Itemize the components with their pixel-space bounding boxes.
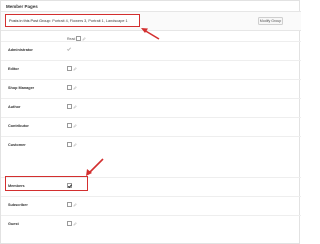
role-row: Contributor: [1, 117, 301, 135]
role-permission-controls: [67, 47, 72, 52]
role-permission-controls: [67, 142, 77, 147]
role-row: Guest: [1, 215, 301, 233]
role-permission-controls: [67, 221, 77, 226]
role-name: Contributor: [8, 124, 29, 128]
role-row: Shop Manager: [1, 79, 301, 97]
role-permission-controls: [67, 85, 77, 90]
pencil-icon[interactable]: [73, 202, 77, 207]
role-row: Customer: [1, 136, 301, 154]
role-name: Guest: [8, 222, 19, 226]
role-permission-controls: [67, 104, 77, 109]
role-permission-controls: [67, 66, 77, 71]
member-pages-panel: Member Pages Posts in this Post Group: P…: [0, 0, 301, 244]
read-column-label: Read: [67, 36, 76, 41]
role-name: Customer: [8, 143, 26, 147]
role-name: Subscriber: [8, 203, 28, 207]
role-row: Editor: [1, 60, 301, 78]
checkmark-icon: [67, 47, 72, 52]
members-highlight-box: [5, 176, 88, 191]
pencil-icon[interactable]: [73, 104, 77, 109]
role-permission-controls: [67, 202, 77, 207]
role-row: Author: [1, 98, 301, 116]
role-name: Author: [8, 105, 21, 109]
role-read-checkbox[interactable]: [67, 85, 72, 90]
role-row: Administrator: [1, 41, 301, 59]
panel-title: Member Pages: [6, 4, 38, 9]
modify-group-button[interactable]: Modify Group: [258, 17, 283, 25]
pencil-icon[interactable]: [73, 221, 77, 226]
role-name: Administrator: [8, 48, 33, 52]
post-group-value: Portrait 4, Flowers 3, Portrait 1, Lands…: [52, 18, 128, 23]
role-row: Subscriber: [1, 196, 301, 214]
role-read-checkbox[interactable]: [67, 202, 72, 207]
role-read-checkbox[interactable]: [67, 221, 72, 226]
role-permission-controls: [67, 123, 77, 128]
post-group-label: Posts in this Post Group:: [9, 18, 51, 23]
role-read-checkbox[interactable]: [67, 123, 72, 128]
role-name: Editor: [8, 67, 19, 71]
post-group-summary: Posts in this Post Group: Portrait 4, Fl…: [5, 14, 140, 27]
role-read-checkbox[interactable]: [67, 142, 72, 147]
role-name: Shop Manager: [8, 86, 35, 90]
arrow-to-members: [86, 158, 104, 176]
pencil-icon[interactable]: [73, 123, 77, 128]
pencil-icon[interactable]: [73, 85, 77, 90]
pencil-icon[interactable]: [73, 142, 77, 147]
role-read-checkbox[interactable]: [67, 104, 72, 109]
pencil-icon[interactable]: [82, 36, 87, 41]
pencil-icon[interactable]: [73, 66, 77, 71]
role-read-checkbox[interactable]: [67, 66, 72, 71]
